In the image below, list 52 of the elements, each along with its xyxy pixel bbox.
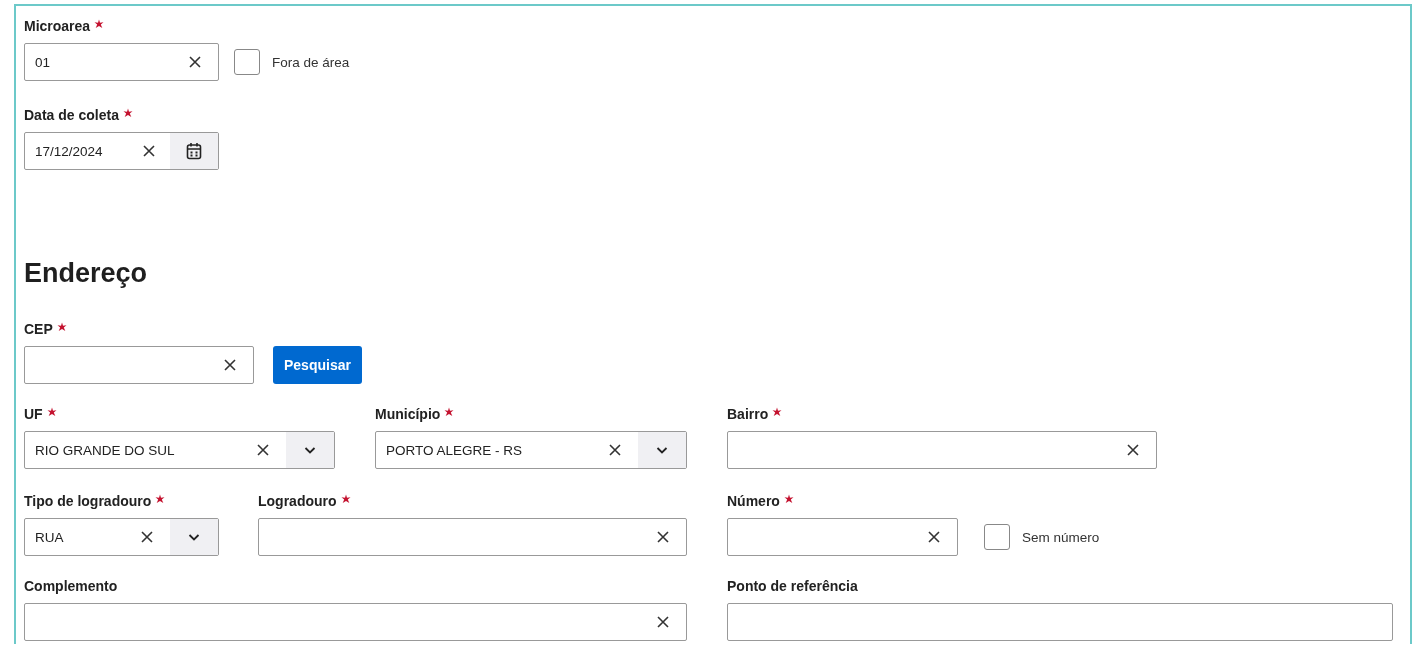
field-label: Número: [727, 493, 780, 509]
close-icon[interactable]: [223, 358, 237, 372]
required-icon: [772, 407, 783, 417]
calendar-icon: [186, 142, 202, 160]
required-icon: [46, 407, 57, 417]
field-label: Logradouro: [258, 493, 337, 509]
required-icon: [56, 322, 67, 332]
input-field[interactable]: [258, 518, 687, 556]
input-field[interactable]: [24, 346, 254, 384]
input-field[interactable]: [24, 603, 687, 641]
field-label: Microarea: [24, 18, 91, 34]
input-field[interactable]: RIO GRANDE DO SUL: [24, 431, 335, 469]
input-field[interactable]: [727, 431, 1157, 469]
field-label: UF: [24, 406, 43, 422]
dropdown-toggle[interactable]: [638, 432, 686, 468]
close-icon[interactable]: [608, 443, 622, 457]
checkbox-label: Fora de área: [272, 54, 350, 70]
checkbox-label: Sem número: [1022, 529, 1100, 545]
required-icon: [122, 108, 133, 118]
field-label: Município: [375, 406, 441, 422]
close-icon[interactable]: [656, 530, 670, 544]
dropdown-toggle[interactable]: [286, 432, 334, 468]
calendar-button[interactable]: [170, 133, 218, 169]
section-heading: Endereço: [24, 258, 148, 289]
required-icon: [444, 407, 455, 417]
input-field[interactable]: 01: [24, 43, 219, 81]
close-icon[interactable]: [140, 530, 154, 544]
input-field[interactable]: RUA: [24, 518, 219, 556]
checkbox[interactable]: [234, 49, 260, 75]
required-icon: [340, 494, 351, 504]
field-label: Tipo de logradouro: [24, 493, 152, 509]
required-icon: [783, 494, 794, 504]
field-label: Ponto de referência: [727, 578, 858, 594]
close-icon[interactable]: [142, 144, 156, 158]
close-icon[interactable]: [927, 530, 941, 544]
field-label: Data de coleta: [24, 107, 119, 123]
close-icon[interactable]: [256, 443, 270, 457]
input-field[interactable]: PORTO ALEGRE - RS: [375, 431, 687, 469]
input-field[interactable]: 17/12/2024: [24, 132, 219, 170]
close-icon[interactable]: [656, 615, 670, 629]
field-label: Complemento: [24, 578, 118, 594]
dropdown-toggle[interactable]: [170, 519, 218, 555]
input-field[interactable]: [727, 518, 958, 556]
required-icon: [94, 19, 105, 29]
checkbox[interactable]: [984, 524, 1010, 550]
field-label: CEP: [24, 321, 53, 337]
field-label: Bairro: [727, 406, 769, 422]
search-button[interactable]: Pesquisar: [273, 346, 362, 384]
close-icon[interactable]: [188, 55, 202, 69]
close-icon[interactable]: [1126, 443, 1140, 457]
required-icon: [155, 494, 166, 504]
input-field[interactable]: [727, 603, 1393, 641]
